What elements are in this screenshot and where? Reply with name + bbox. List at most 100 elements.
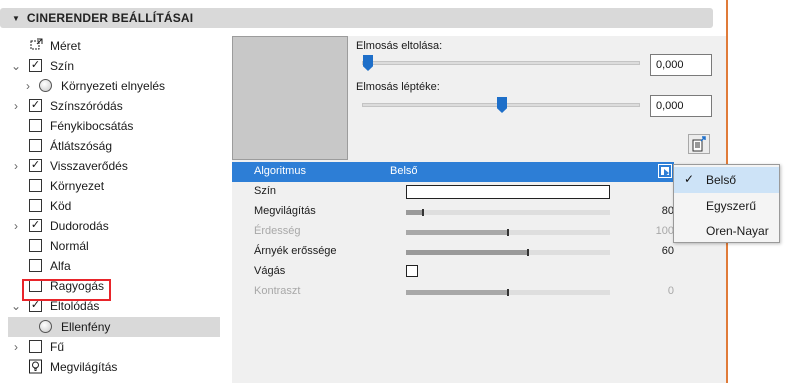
copy-settings-icon — [692, 136, 706, 152]
checkbox-icon[interactable] — [29, 259, 42, 272]
chevron-right-icon[interactable]: › — [11, 99, 21, 113]
collapse-triangle-icon[interactable]: ▼ — [12, 14, 20, 23]
property-value: Belső — [390, 165, 418, 177]
property-number: 100 — [655, 225, 674, 237]
chevron-down-icon[interactable]: ⌄ — [11, 59, 21, 73]
tree-item-szinszorodas[interactable]: › ✓ Színszóródás — [8, 96, 220, 116]
property-bar — [406, 289, 610, 296]
chevron-right-icon[interactable]: › — [23, 79, 33, 93]
property-number: 80 — [661, 205, 674, 217]
material-preview — [232, 36, 348, 160]
property-number: 0 — [667, 285, 674, 297]
blur-offset-input[interactable]: 0,000 — [650, 54, 712, 76]
blur-offset-slider-thumb[interactable] — [363, 55, 373, 71]
tree-item-label: Megvilágítás — [50, 360, 118, 374]
property-row-clipping[interactable]: Vágás — [232, 262, 674, 282]
dropdown-option-oren-nayar[interactable]: Oren-Nayar — [674, 218, 779, 244]
tree-item-visszaverodes[interactable]: › ✓ Visszaverődés — [8, 156, 220, 176]
chevron-right-icon[interactable]: › — [11, 159, 21, 173]
tree-item-label: Szín — [50, 59, 75, 73]
tree-item-label: Méret — [50, 39, 81, 53]
dropdown-option-belso[interactable]: ✓ Belső — [674, 167, 779, 193]
property-name: Vágás — [254, 265, 286, 277]
property-name: Algoritmus — [254, 165, 306, 177]
property-row-algorithm[interactable]: Algoritmus Belső — [232, 162, 674, 182]
tree-item-ellenfeny[interactable]: Ellenfény — [8, 317, 220, 337]
dropdown-option-label: Oren-Nayar — [706, 224, 769, 238]
blur-offset-label: Elmosás eltolása: — [356, 40, 443, 52]
blur-scale-input[interactable]: 0,000 — [650, 95, 712, 117]
property-bar — [406, 229, 610, 236]
tree-item-label: Köd — [50, 199, 72, 213]
property-bar-fill — [406, 250, 529, 255]
tree-item-alfa[interactable]: Alfa — [8, 256, 220, 276]
property-bar-marker — [422, 209, 424, 216]
chevron-down-icon[interactable]: ⌄ — [11, 299, 21, 313]
sphere-icon — [39, 79, 52, 92]
tree-item-label: Átlátszóság — [50, 139, 113, 153]
tree-item-fenykibocsatas[interactable]: Fénykibocsátás — [8, 116, 220, 136]
settings-panel: Elmosás eltolása: 0,000 Elmosás léptéke:… — [232, 36, 726, 383]
property-row-lighting[interactable]: Megvilágítás 80 — [232, 202, 674, 222]
tree-item-label: Környezeti elnyelés — [61, 79, 166, 93]
property-row-roughness: Érdesség 100 — [232, 222, 674, 242]
property-name: Megvilágítás — [254, 205, 316, 217]
blur-scale-label: Elmosás léptéke: — [356, 81, 440, 93]
highlight-annotation — [22, 279, 111, 301]
dropdown-option-label: Egyszerű — [706, 199, 757, 213]
tree-item-label: Környezet — [50, 179, 105, 193]
property-name: Kontraszt — [254, 285, 301, 297]
dropdown-option-egyszeru[interactable]: Egyszerű — [674, 193, 779, 219]
clipping-checkbox[interactable] — [406, 265, 418, 277]
checkbox-icon[interactable] — [29, 199, 42, 212]
copy-settings-button[interactable] — [688, 134, 710, 154]
checkbox-icon[interactable] — [29, 239, 42, 252]
checkbox-icon[interactable] — [29, 179, 42, 192]
property-bar[interactable] — [406, 249, 610, 256]
tree-item-fu[interactable]: › Fű — [8, 337, 220, 357]
checkbox-checked-icon[interactable]: ✓ — [29, 99, 42, 112]
tree-item-atlatszosag[interactable]: Átlátszóság — [8, 136, 220, 156]
resize-icon — [30, 38, 43, 50]
property-row-shadow-strength[interactable]: Árnyék erőssége 60 — [232, 242, 674, 262]
property-bar-marker — [507, 289, 509, 296]
tree-item-normal[interactable]: Normál — [8, 236, 220, 256]
color-swatch[interactable] — [406, 185, 610, 199]
tree-item-kornyezeti-elnyeles[interactable]: › Környezeti elnyelés — [8, 76, 220, 96]
dropdown-option-label: Belső — [706, 173, 737, 187]
checkbox-icon[interactable] — [29, 340, 42, 353]
property-bar-marker — [507, 229, 509, 236]
tree-item-szin[interactable]: ⌄ ✓ Szín — [8, 56, 220, 76]
tree-item-label: Színszóródás — [50, 99, 123, 113]
blur-scale-slider-thumb[interactable] — [497, 97, 507, 113]
checkbox-checked-icon[interactable]: ✓ — [29, 59, 42, 72]
channel-tree: Méret ⌄ ✓ Szín › Környezeti elnyelés › ✓… — [8, 36, 220, 383]
property-row-color[interactable]: Szín — [232, 182, 674, 202]
dropdown-arrow-button[interactable] — [658, 164, 672, 178]
algorithm-dropdown-menu: ✓ Belső Egyszerű Oren-Nayar — [673, 164, 780, 243]
property-bar[interactable] — [406, 209, 610, 216]
checkbox-checked-icon[interactable]: ✓ — [29, 219, 42, 232]
tree-item-kod[interactable]: Köd — [8, 196, 220, 216]
tree-item-kornyezet[interactable]: Környezet — [8, 176, 220, 196]
checkbox-icon[interactable] — [29, 139, 42, 152]
checkmark-icon: ✓ — [684, 172, 695, 186]
chevron-right-icon[interactable]: › — [11, 219, 21, 233]
blur-offset-track[interactable] — [362, 61, 640, 65]
chevron-right-icon[interactable]: › — [11, 340, 21, 354]
property-number: 60 — [661, 245, 674, 257]
chevron-right-icon — [664, 169, 669, 177]
tree-item-meret[interactable]: Méret — [8, 36, 220, 56]
tree-item-label: Fű — [50, 340, 65, 354]
tree-item-label: Alfa — [50, 259, 71, 273]
tree-item-megvilagitas[interactable]: Megvilágítás — [8, 357, 220, 377]
property-bar-fill — [406, 210, 423, 215]
checkbox-icon[interactable] — [29, 119, 42, 132]
property-bar-fill — [406, 230, 508, 235]
property-row-contrast: Kontraszt 0 — [232, 282, 674, 302]
tree-item-label: Normál — [50, 239, 89, 253]
checkbox-checked-icon[interactable]: ✓ — [29, 159, 42, 172]
panel-header[interactable]: ▼ CINERENDER BEÁLLÍTÁSAI — [0, 8, 713, 28]
tree-item-dudorodas[interactable]: › ✓ Dudorodás — [8, 216, 220, 236]
tree-item-label: Eltolódás — [50, 299, 100, 313]
